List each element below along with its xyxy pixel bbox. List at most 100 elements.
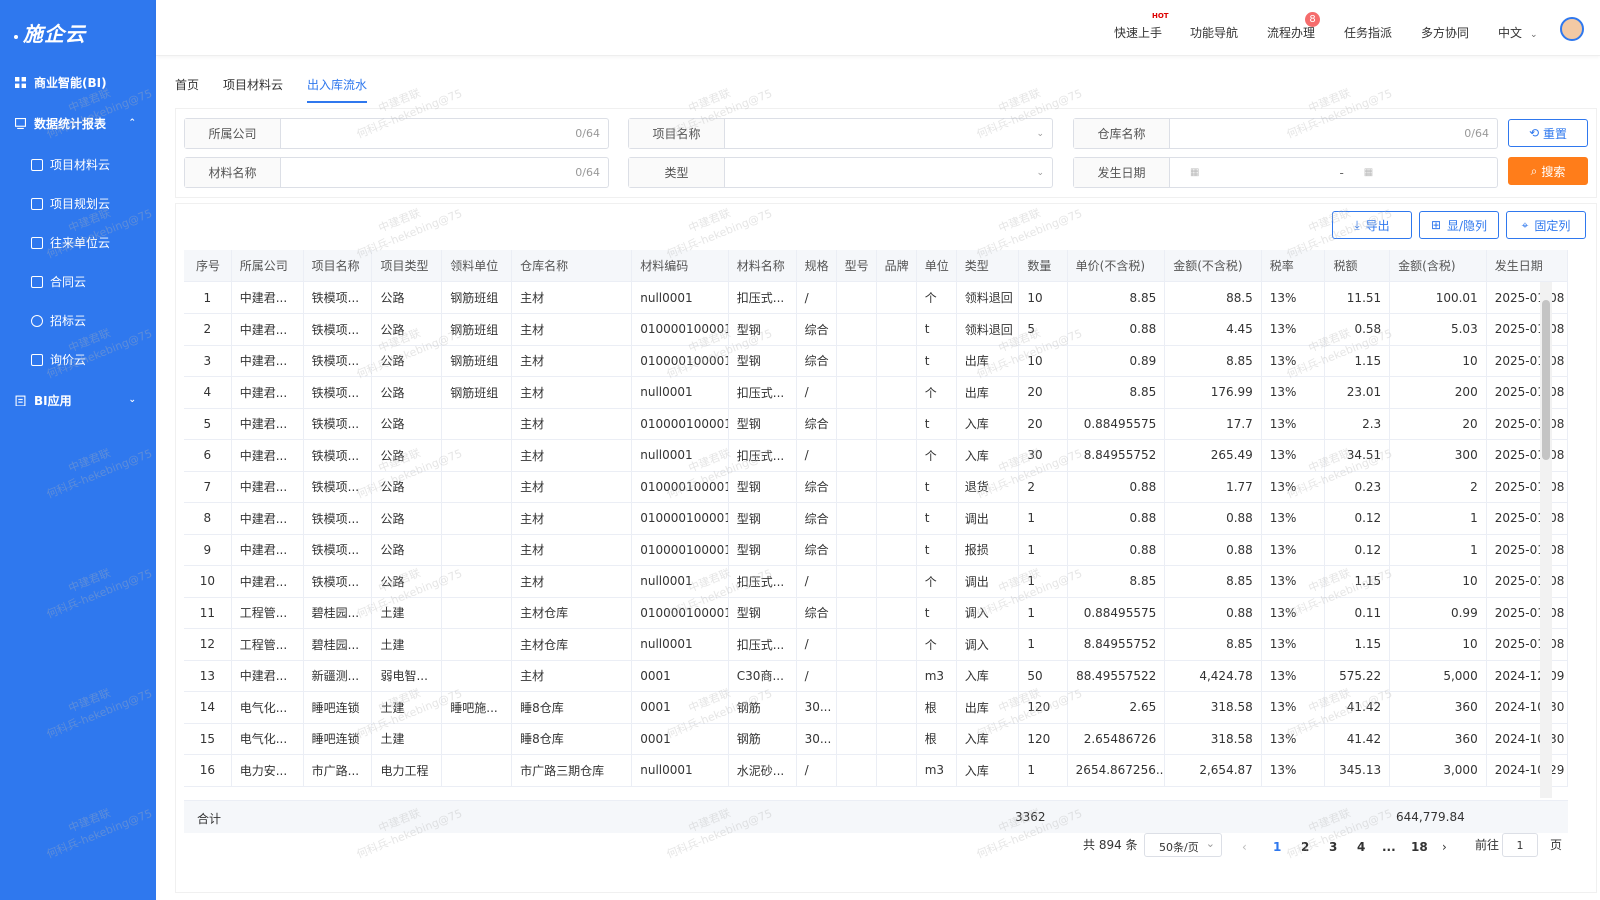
- tab-home[interactable]: 首页: [175, 76, 199, 103]
- table-cell: /: [796, 565, 837, 598]
- table-row[interactable]: 4 中建君... 铁模项... 公路 钢筋班组 主材 null0001 扣压式... / 个出库 2…: [184, 376, 1568, 409]
- table-row[interactable]: 11 工程管... 碧桂园... 土建 主材仓库 010000100001 型钢 综合 t 调入 1…: [184, 597, 1568, 629]
- column-header[interactable]: 项目名称: [303, 250, 373, 282]
- nav-task-assign[interactable]: 任务指派: [1344, 24, 1392, 41]
- table-cell: 型钢: [728, 597, 797, 629]
- nav-process[interactable]: 流程办理: [1267, 24, 1315, 41]
- sidebar-item-material[interactable]: 项目材料云: [0, 145, 156, 184]
- column-header[interactable]: 金额(不含税): [1164, 250, 1262, 282]
- column-header[interactable]: 项目类型: [371, 250, 443, 282]
- company-field[interactable]: 所属公司 0/64: [184, 118, 609, 149]
- search-button[interactable]: ⌕ 搜索: [1508, 157, 1588, 185]
- user-avatar[interactable]: [1560, 17, 1584, 41]
- table-row[interactable]: 10 中建君... 铁模项... 公路 主材 null0001 扣压式... / 个调出 1 8.8…: [184, 565, 1568, 598]
- table-cell: m3: [916, 754, 957, 787]
- column-header[interactable]: 金额(含税): [1389, 250, 1487, 282]
- page-1[interactable]: 1: [1273, 840, 1281, 854]
- column-header[interactable]: 数量: [1018, 250, 1068, 282]
- table-row[interactable]: 12 工程管... 碧桂园... 土建 主材仓库 null0001 扣压式... / 个调入 1 8…: [184, 628, 1568, 661]
- sidebar-item-planning[interactable]: 项目规划云: [0, 184, 156, 223]
- column-header[interactable]: 税额: [1324, 250, 1391, 282]
- table-cell: 中建君...: [231, 534, 304, 566]
- app-logo[interactable]: 施企云: [0, 0, 156, 64]
- material-field[interactable]: 材料名称 0/64: [184, 157, 609, 188]
- table-row[interactable]: 3 中建君... 铁模项... 公路 钢筋班组 主材 010000100001 型钢 综合 t 出库…: [184, 345, 1568, 377]
- column-header[interactable]: 材料名称: [728, 250, 797, 282]
- table-cell: 2025-01-08: [1486, 282, 1568, 314]
- table-cell: 中建君...: [231, 408, 304, 440]
- page-ellipsis[interactable]: ...: [1382, 840, 1396, 854]
- table-cell: [836, 345, 877, 377]
- table-row[interactable]: 8 中建君... 铁模项... 公路 主材 010000100001 型钢 综合 t 调出 1 0.8…: [184, 502, 1568, 535]
- sidebar-group-reports[interactable]: 数据统计报表 ⌃: [0, 104, 156, 142]
- export-button[interactable]: ⤓ 导出: [1332, 211, 1412, 239]
- goto-page-input[interactable]: 1: [1502, 833, 1538, 857]
- column-header[interactable]: 所属公司: [231, 250, 304, 282]
- toggle-columns-button[interactable]: ⊞ 显/隐列: [1419, 211, 1499, 239]
- column-header[interactable]: 类型: [956, 250, 1020, 282]
- table-row[interactable]: 1 中建君... 铁模项... 公路 钢筋班组 主材 null0001 扣压式... / 个领料退…: [184, 282, 1568, 314]
- reset-button[interactable]: ⟲ 重置: [1508, 119, 1588, 147]
- page-2[interactable]: 2: [1301, 840, 1309, 854]
- scrollbar-thumb[interactable]: [1542, 300, 1550, 460]
- date-range-picker[interactable]: 发生日期 ▦ - ▦: [1073, 157, 1498, 188]
- column-header[interactable]: 单价(不含税): [1067, 250, 1166, 282]
- nav-quick-start[interactable]: 快速上手: [1114, 24, 1162, 41]
- chevron-down-icon: ⌄: [1205, 837, 1215, 850]
- column-header[interactable]: 领料单位: [441, 250, 513, 282]
- column-header[interactable]: 税率: [1261, 250, 1326, 282]
- column-header[interactable]: 材料编码: [631, 250, 729, 282]
- toggle-columns-label: 显/隐列: [1447, 218, 1488, 233]
- tab-material[interactable]: 项目材料云: [223, 76, 283, 103]
- company-icon: [31, 236, 43, 249]
- nav-function-guide[interactable]: 功能导航: [1190, 24, 1238, 41]
- sidebar-item-contract[interactable]: 合同云: [0, 262, 156, 301]
- table-cell: null0001: [631, 754, 729, 787]
- column-header[interactable]: 规格: [796, 250, 837, 282]
- table-cell: 调出: [956, 502, 1020, 535]
- table-row[interactable]: 6 中建君... 铁模项... 公路 主材 null0001 扣压式... / 个入库 30 8.8…: [184, 439, 1568, 472]
- fix-columns-button[interactable]: ⌖ 固定列: [1506, 211, 1586, 239]
- table-row[interactable]: 5 中建君... 铁模项... 公路 主材 010000100001 型钢 综合 t 入库 20 0.…: [184, 408, 1568, 440]
- table-cell: 中建君...: [231, 502, 304, 535]
- nav-collaboration[interactable]: 多方协同: [1421, 24, 1469, 41]
- page-3[interactable]: 3: [1329, 840, 1337, 854]
- table-row[interactable]: 15 电气化... 睡吧连锁 土建 睡8仓库 0001 钢筋 30... 根入库 120 2.654…: [184, 723, 1568, 755]
- column-header[interactable]: 型号: [836, 250, 877, 282]
- table-cell: [836, 691, 877, 724]
- column-header[interactable]: 序号: [184, 250, 232, 282]
- table-row[interactable]: 14 电气化... 睡吧连锁 土建 睡吧施... 睡8仓库 0001 钢筋 30... 根出库 12…: [184, 691, 1568, 724]
- table-row[interactable]: 16 电力安... 市广路... 电力工程 市广路三期仓库 null0001 水泥砂... /…: [184, 754, 1568, 787]
- warehouse-field[interactable]: 仓库名称 0/64: [1073, 118, 1498, 149]
- column-header[interactable]: 品牌: [876, 250, 917, 282]
- table-row[interactable]: 13 中建君... 新疆测... 弱电智... 主材 0001 C30商... / m3 入库 50…: [184, 660, 1568, 692]
- table-row[interactable]: 9 中建君... 铁模项... 公路 主材 010000100001 型钢 综合 t 报损 1 0.8…: [184, 534, 1568, 566]
- table-cell: [876, 376, 917, 409]
- table-cell: 1: [1018, 502, 1068, 535]
- language-select[interactable]: 中文 ⌄: [1498, 24, 1538, 41]
- sidebar-item-inquiry[interactable]: 询价云: [0, 340, 156, 379]
- table-header-row: 序号 所属公司 项目名称 项目类型 领料单位 仓库名称 材料编码 材料名称 规格 型号 品牌 单位 类型…: [184, 250, 1569, 282]
- tab-stock-flow[interactable]: 出入库流水: [307, 76, 368, 103]
- prev-page-icon[interactable]: ‹: [1242, 840, 1247, 854]
- columns-icon: ⊞: [1430, 218, 1441, 232]
- sidebar-group-bi-app[interactable]: BI应用 ⌄: [0, 381, 156, 419]
- column-header[interactable]: 单位: [916, 250, 957, 282]
- page-4[interactable]: 4: [1357, 840, 1365, 854]
- sidebar-item-bidding[interactable]: 招标云: [0, 301, 156, 340]
- next-page-icon[interactable]: ›: [1442, 840, 1447, 854]
- page-18[interactable]: 18: [1411, 840, 1428, 854]
- sidebar-item-partners[interactable]: 往来单位云: [0, 223, 156, 262]
- type-select[interactable]: 类型 ⌄: [628, 157, 1053, 188]
- page-size-select[interactable]: 50条/页 ⌄: [1144, 833, 1222, 857]
- table-row[interactable]: 2 中建君... 铁模项... 公路 钢筋班组 主材 010000100001 型钢 综合 t 领料…: [184, 313, 1568, 346]
- table-panel: ⤓ 导出 ⊞ 显/隐列 ⌖ 固定列 序号 所属公司 项目名称 项目类型 领料单位 仓库名称 材料编…: [175, 203, 1597, 893]
- table-cell: 主材: [511, 471, 633, 503]
- column-header[interactable]: 仓库名称: [511, 250, 633, 282]
- column-header[interactable]: 发生日期: [1486, 250, 1569, 282]
- table-scrollbar[interactable]: [1540, 282, 1552, 798]
- table-cell: 公路: [371, 502, 443, 535]
- sidebar-item-bi[interactable]: 商业智能(BI): [0, 63, 156, 101]
- table-row[interactable]: 7 中建君... 铁模项... 公路 主材 010000100001 型钢 综合 t 退货 2 0.8…: [184, 471, 1568, 503]
- project-select[interactable]: 项目名称 ⌄: [628, 118, 1053, 149]
